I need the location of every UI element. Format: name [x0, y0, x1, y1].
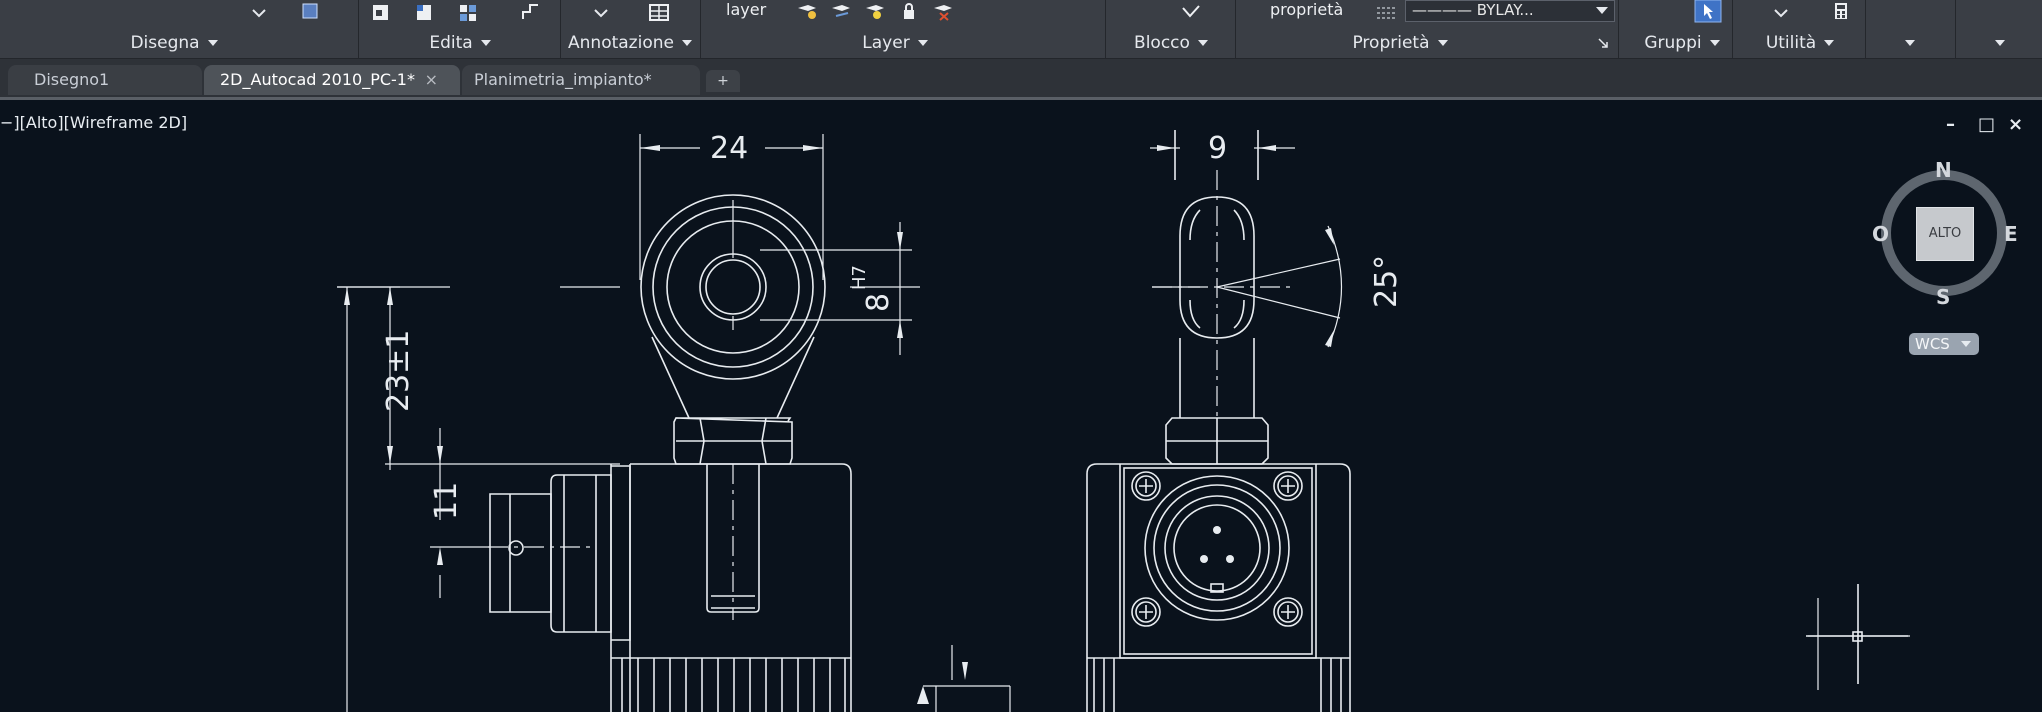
- chevron-down-icon: [1824, 40, 1835, 46]
- connector-socket-outer: [1144, 475, 1290, 621]
- chevron-down-icon: [1197, 40, 1208, 46]
- panel-annotazione[interactable]: Annotazione: [562, 29, 698, 58]
- dropdown-arrow-icon[interactable]: [590, 2, 612, 22]
- region-tool-icon[interactable]: [300, 2, 322, 22]
- ribbon-panel-titles: Disegna Edita Annotazione Layer Blocco P…: [0, 29, 2042, 58]
- connector-socket-inner: [1173, 504, 1261, 592]
- panel-clipboard-expand[interactable]: [1880, 29, 1940, 58]
- wcs-menu-button[interactable]: WCS: [1909, 333, 1979, 355]
- chevron-down-icon: [681, 40, 692, 46]
- dim-width-text: 24: [710, 131, 748, 166]
- array-tool-icon[interactable]: [458, 2, 480, 22]
- close-tab-icon[interactable]: ×: [425, 65, 438, 95]
- viewcube-top-face[interactable]: ALTO: [1916, 207, 1974, 261]
- panel-proprieta[interactable]: Proprietà: [1300, 29, 1500, 58]
- table-tool-icon[interactable]: [648, 2, 670, 22]
- new-tab-button[interactable]: +: [706, 70, 740, 92]
- chevron-down-icon: [1961, 341, 1971, 347]
- ribbon-tools-row: layer proprietà ———— BYLAY...: [0, 0, 2042, 27]
- panel-layer[interactable]: Layer: [820, 29, 970, 58]
- tab-planimetria-impianto[interactable]: Planimetria_impianto*: [462, 65, 700, 95]
- bore-inner-circle: [705, 259, 761, 315]
- linetype-select[interactable]: ———— BYLAY...: [1405, 0, 1615, 22]
- tab-2d-autocad[interactable]: 2D_Autocad 2010_PC-1* ×: [204, 65, 460, 95]
- body-left-right-edge: [630, 463, 852, 712]
- chevron-down-icon: [1709, 40, 1720, 46]
- dialog-launcher-icon[interactable]: [1598, 38, 1608, 48]
- layer-freeze-icon[interactable]: [864, 2, 886, 22]
- dim-bore-tolerance-text: H7: [849, 265, 870, 290]
- chevron-down-icon: [917, 40, 928, 46]
- linetype-icon: [1377, 7, 1395, 19]
- calculator-icon[interactable]: [1830, 2, 1852, 22]
- panel-blocco[interactable]: Blocco: [1110, 29, 1232, 58]
- layer-change-icon[interactable]: [830, 2, 852, 22]
- panel-view-expand[interactable]: [1970, 29, 2030, 58]
- tab-disegno1[interactable]: Disegno1: [8, 65, 202, 95]
- compass-west[interactable]: O: [1872, 222, 1889, 246]
- layer-lock-icon[interactable]: [898, 2, 920, 22]
- ribbon: layer proprietà ———— BYLAY... Disegna Ed…: [0, 0, 2042, 59]
- connector-lines: [563, 475, 597, 632]
- screw-top-right: [1281, 479, 1295, 493]
- dimension-arrowheads: [344, 145, 1334, 704]
- chevron-down-icon: [480, 40, 491, 46]
- chevron-down-icon: [1905, 40, 1915, 46]
- cooling-fins-right: [1093, 658, 1342, 712]
- chevron-down-icon: [207, 40, 218, 46]
- connector-pin: [508, 540, 524, 556]
- panel-gruppi[interactable]: Gruppi: [1636, 29, 1728, 58]
- cooling-fins-left: [621, 658, 846, 712]
- panel-edita[interactable]: Edita: [380, 29, 540, 58]
- bore-circle: [699, 253, 767, 321]
- stretch-tool-icon[interactable]: [520, 2, 542, 22]
- chevron-down-icon: [1596, 7, 1608, 14]
- cursor-crosshair: [1806, 584, 1908, 684]
- block-edit-icon[interactable]: [1180, 2, 1202, 22]
- layer-properties-button[interactable]: layer: [726, 0, 766, 19]
- copy-tool-icon[interactable]: [414, 2, 436, 22]
- compass-north[interactable]: N: [1935, 158, 1952, 182]
- drawing-canvas[interactable]: 24 9 8 H7 25° 23±1 11: [0, 97, 2042, 712]
- chevron-down-icon: [1437, 40, 1448, 46]
- panel-disegna[interactable]: Disegna: [60, 29, 288, 58]
- group-select-icon[interactable]: [1694, 0, 1722, 24]
- layer-off-icon[interactable]: [932, 2, 954, 22]
- compass-south[interactable]: S: [1936, 285, 1950, 309]
- panel-utilita[interactable]: Utilità: [1740, 29, 1860, 58]
- dropdown-arrow-icon[interactable]: [1770, 2, 1792, 22]
- hex-nut-facets: [676, 417, 792, 465]
- dropdown-arrow-icon[interactable]: [248, 2, 270, 22]
- body-right-inner: [1119, 464, 1317, 659]
- dim-thread-text: 9: [1208, 131, 1227, 166]
- compass-east[interactable]: E: [2004, 222, 2018, 246]
- dim-offset-text: 11: [429, 482, 464, 520]
- screw-top-left: [1139, 479, 1153, 493]
- screw-bottom-right: [1281, 605, 1295, 619]
- dim-height-text: 23±1: [381, 330, 416, 412]
- connector-housing: [550, 474, 612, 633]
- file-tab-bar: Disegno1 2D_Autocad 2010_PC-1* × Planimet…: [0, 59, 2042, 100]
- dim-angle-text: 25°: [1369, 255, 1404, 308]
- eye-neck: [651, 336, 815, 419]
- dim-bore-text: 8: [861, 293, 896, 312]
- screw-bottom-left: [1139, 605, 1153, 619]
- connector-pin-dots: [1200, 526, 1234, 563]
- chevron-down-icon: [1995, 40, 2005, 46]
- layer-match-icon[interactable]: [796, 2, 818, 22]
- body-right: [1086, 463, 1351, 712]
- insert-tool-icon[interactable]: [370, 2, 392, 22]
- hex-nut-right-facets: [1166, 418, 1268, 464]
- match-properties-button[interactable]: proprietà: [1270, 0, 1343, 19]
- connector-flange: [611, 465, 631, 641]
